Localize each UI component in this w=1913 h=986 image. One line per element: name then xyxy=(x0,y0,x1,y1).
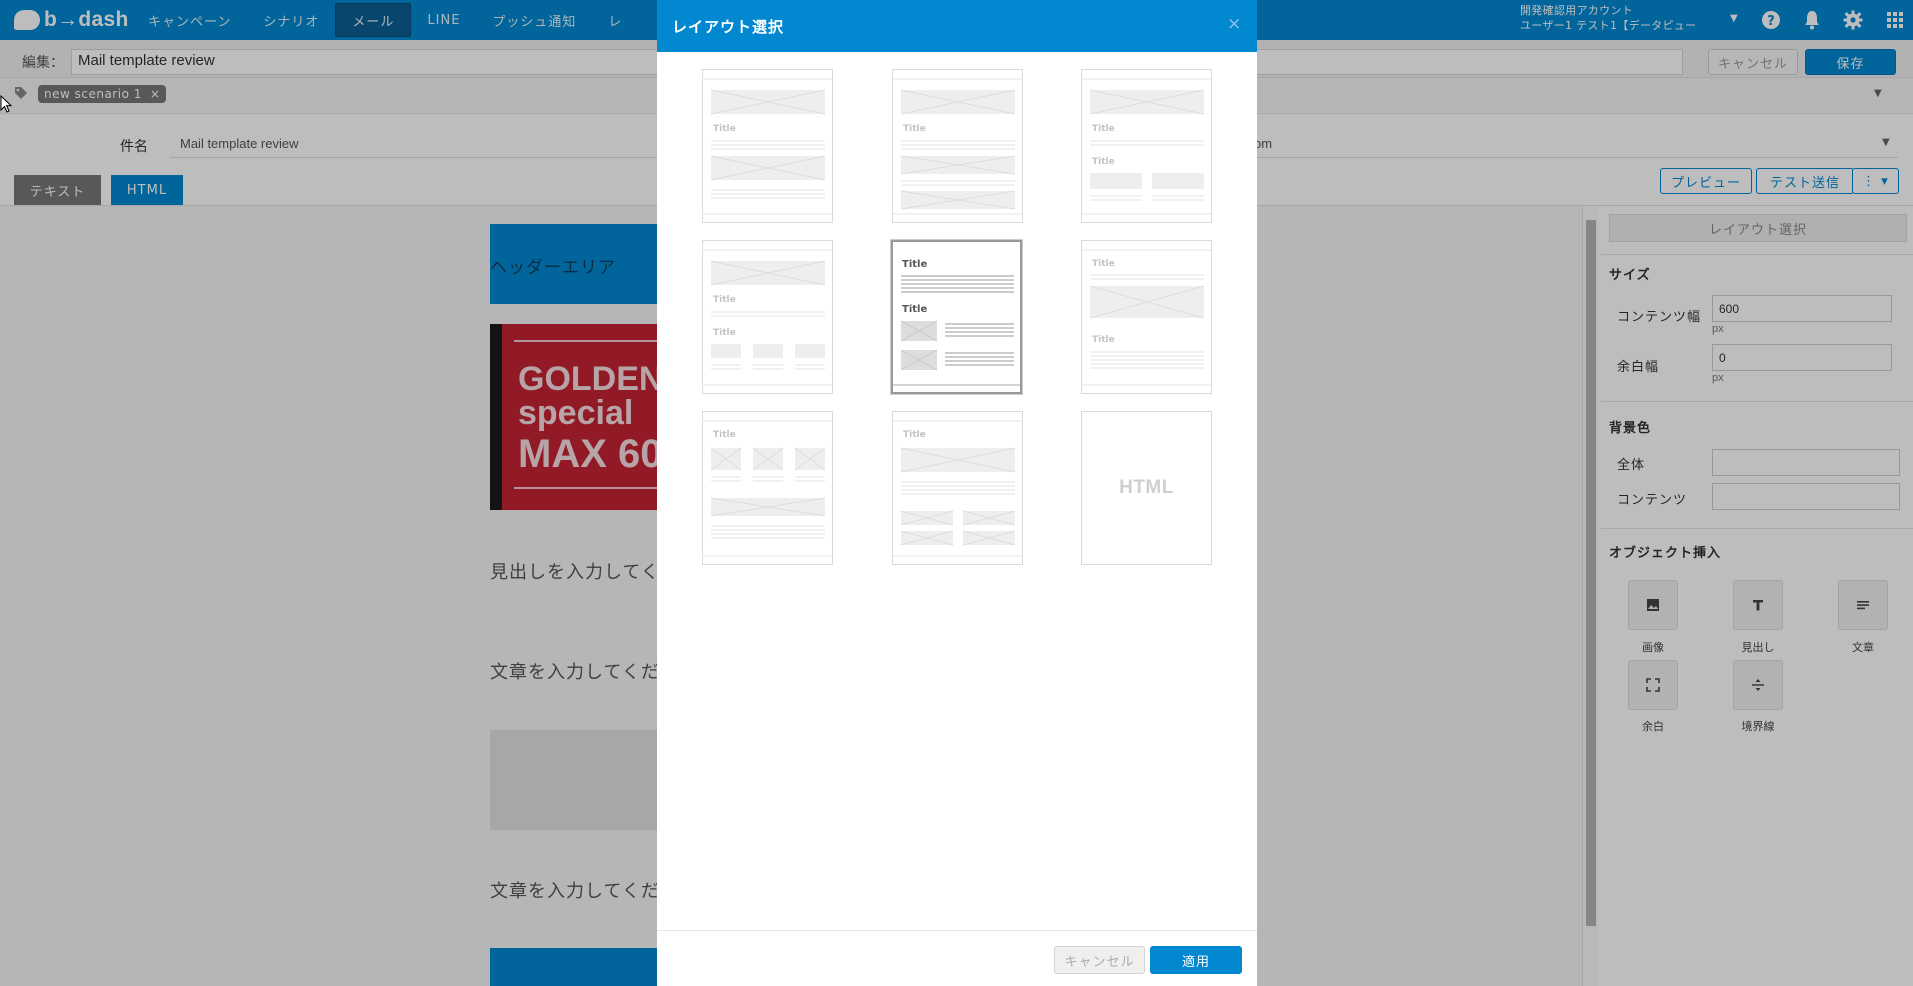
template-title-text: Title xyxy=(1092,335,1115,345)
layout-template-4[interactable]: Title Title xyxy=(702,240,833,394)
modal-cancel-button[interactable]: キャンセル xyxy=(1054,946,1145,974)
modal-apply-button[interactable]: 適用 xyxy=(1150,946,1242,974)
modal-header: レイアウト選択 × xyxy=(657,0,1257,52)
layout-template-8[interactable]: Title xyxy=(892,411,1023,565)
template-title-text: Title xyxy=(903,430,926,440)
modal-footer-divider xyxy=(657,930,1257,931)
modal-title: レイアウト選択 xyxy=(672,18,785,36)
layout-template-5[interactable]: Title Title xyxy=(891,240,1022,394)
template-title-text: Title xyxy=(902,259,927,270)
layout-template-3[interactable]: Title Title xyxy=(1081,69,1212,223)
template-title-text: Title xyxy=(903,124,926,134)
template-title-text: Title xyxy=(1092,124,1115,134)
template-title-text: Title xyxy=(713,295,736,305)
close-icon[interactable]: × xyxy=(1227,14,1241,34)
template-title-text: Title xyxy=(902,304,927,315)
layout-template-6[interactable]: Title Title xyxy=(1081,240,1212,394)
template-title-text: Title xyxy=(713,328,736,338)
template-title-text: Title xyxy=(1092,157,1115,167)
layout-template-1[interactable]: Title xyxy=(702,69,833,223)
layout-select-modal: レイアウト選択 × Title Title Title Title Title … xyxy=(657,0,1257,986)
layout-template-html[interactable]: HTML xyxy=(1081,411,1212,565)
layout-template-7[interactable]: Title xyxy=(702,411,833,565)
template-title-text: Title xyxy=(713,124,736,134)
layout-template-2[interactable]: Title xyxy=(892,69,1023,223)
template-title-text: Title xyxy=(1092,259,1115,269)
html-template-label: HTML xyxy=(1119,477,1174,498)
template-title-text: Title xyxy=(713,430,736,440)
mouse-cursor-icon xyxy=(0,95,12,113)
